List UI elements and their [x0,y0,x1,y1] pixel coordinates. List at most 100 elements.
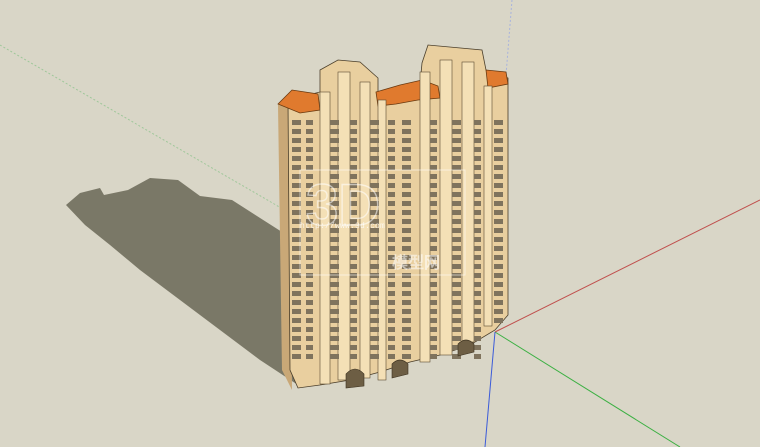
window [430,318,437,323]
window [430,309,437,314]
window [474,237,481,242]
window [494,138,503,143]
window [430,345,437,350]
window [494,246,503,251]
window [430,129,437,134]
window [494,129,503,134]
window [292,165,301,170]
window [474,318,481,323]
window [370,327,379,332]
window [494,309,503,314]
window [388,336,395,341]
window [474,273,481,278]
window [388,138,395,143]
window [350,255,357,260]
window [330,300,339,305]
window [494,165,503,170]
window [452,327,461,332]
window [306,138,313,143]
window [370,138,379,143]
window [474,255,481,260]
window [474,192,481,197]
window [330,120,339,125]
window [330,282,339,287]
window [306,300,313,305]
window [452,183,461,188]
window [474,345,481,350]
window [306,327,313,332]
window [350,318,357,323]
window [330,255,339,260]
window [292,156,301,161]
window [350,336,357,341]
window [292,309,301,314]
window [402,201,411,206]
window [388,183,395,188]
window [474,210,481,215]
window [306,246,313,251]
window [430,120,437,125]
window [292,291,301,296]
window [474,120,481,125]
window [388,192,395,197]
window [430,138,437,143]
window [402,156,411,161]
window [452,309,461,314]
window [402,237,411,242]
window [494,264,503,269]
window [388,156,395,161]
window [494,273,503,278]
svg-text:模型网: 模型网 [392,253,440,272]
window [292,336,301,341]
window [402,246,411,251]
window [474,309,481,314]
window [292,300,301,305]
window [430,246,437,251]
window [388,129,395,134]
window [452,282,461,287]
window [474,219,481,224]
window [452,129,461,134]
window [388,282,395,287]
window [370,336,379,341]
window [474,291,481,296]
window [402,291,411,296]
window [370,120,379,125]
window [474,264,481,269]
window [474,282,481,287]
window [430,300,437,305]
window [292,282,301,287]
window [388,147,395,152]
window [370,246,379,251]
window [388,318,395,323]
window [430,156,437,161]
window [430,237,437,242]
window [330,354,339,359]
window [306,156,313,161]
3d-viewport[interactable]: 3D 模型网 http://www.3d.com [0,0,760,447]
window [474,183,481,188]
window [402,120,411,125]
window [452,336,461,341]
window [350,309,357,314]
window [330,327,339,332]
window [370,255,379,260]
window [452,174,461,179]
window [330,291,339,296]
window [402,282,411,287]
window [452,246,461,251]
window [306,354,313,359]
window [370,345,379,350]
window [330,345,339,350]
window [474,129,481,134]
window [350,129,357,134]
window [452,156,461,161]
window [402,174,411,179]
window [494,156,503,161]
window [370,147,379,152]
window [306,147,313,152]
window [402,138,411,143]
window [494,228,503,233]
window [494,174,503,179]
window [350,291,357,296]
